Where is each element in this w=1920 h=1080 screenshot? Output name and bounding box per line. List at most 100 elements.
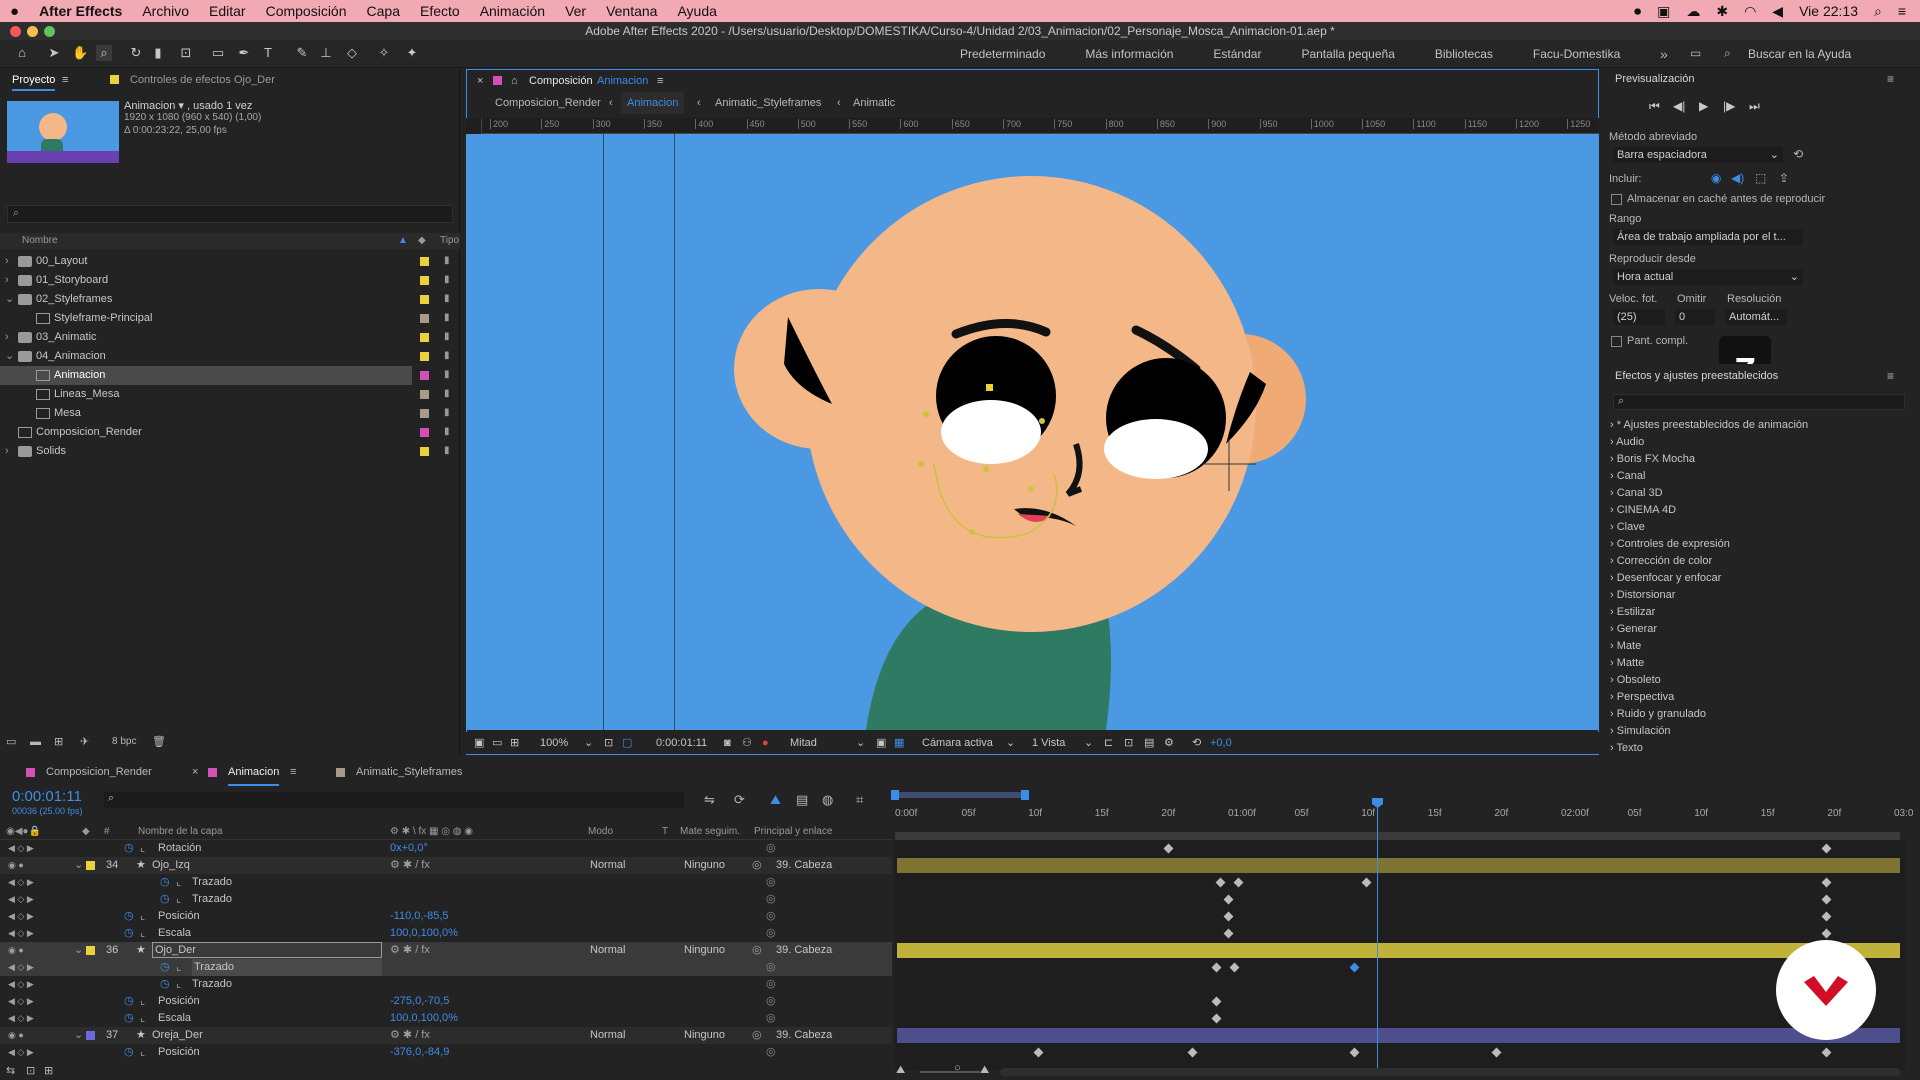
first-frame-icon[interactable]: ⏮ (1649, 99, 1660, 114)
expression-pick-whip-icon[interactable]: ◎ (766, 891, 776, 908)
chevron-down-icon[interactable]: ⌄ (584, 732, 593, 754)
timeline-search-input[interactable]: ⌕ (104, 792, 684, 808)
tab-composicion-render[interactable]: Composicion_Render (46, 758, 152, 786)
extension-icon[interactable]: ▣ (1657, 3, 1670, 20)
property-row[interactable]: ◀ ◇ ▶ ◷ ⌞ Escala 100,0,100,0% ◎ (0, 925, 892, 942)
pen-tool-icon[interactable]: ✒ (236, 45, 252, 61)
comp-flowchart-icon[interactable]: ⇋ (704, 792, 715, 808)
chevron-down-icon[interactable]: ⌄ (5, 290, 14, 309)
interpret-footage-icon[interactable]: ▭ (6, 732, 16, 752)
toggle-pixel-icon[interactable]: ⊏ (1104, 732, 1113, 754)
current-time-indicator[interactable] (1372, 798, 1383, 1070)
stopwatch-icon[interactable]: ◷ (160, 891, 170, 908)
layer-switches[interactable]: ⚙ ✱ / fx (390, 1027, 430, 1044)
property-row[interactable]: ◀ ◇ ▶ ◷ ⌞ Rotación 0x+0,0° ◎ (0, 840, 892, 857)
rotate-tool-icon[interactable]: ↻ (128, 45, 144, 61)
effect-category[interactable]: › Generar (1610, 623, 1657, 635)
expression-pick-whip-icon[interactable]: ◎ (766, 993, 776, 1010)
blend-mode-dropdown[interactable]: Normal (590, 942, 625, 959)
exposure-value[interactable]: +0,0 (1210, 732, 1232, 754)
property-value[interactable]: 0x+0,0° (390, 840, 428, 857)
next-frame-icon[interactable]: |▶ (1723, 99, 1735, 113)
expression-pick-whip-icon[interactable]: ◎ (766, 908, 776, 925)
workspace-predeterminado[interactable]: Predeterminado (960, 47, 1045, 61)
workspace-pantalla-pequena[interactable]: Pantalla pequeña (1301, 47, 1394, 61)
chevron-down-icon[interactable]: ⌄ (856, 732, 865, 754)
project-item[interactable]: Mesa (0, 404, 412, 423)
composition-viewer[interactable] (466, 134, 1599, 730)
graph-icon[interactable]: ⌞ (176, 959, 181, 976)
property-value[interactable]: 100,0,100,0% (390, 925, 458, 942)
label-color-swatch[interactable] (420, 314, 429, 323)
graph-icon[interactable]: ⌞ (140, 908, 145, 925)
keyframe[interactable] (1223, 894, 1234, 905)
always-preview-icon[interactable]: ▣ (474, 732, 484, 754)
timeline-scrollbar[interactable] (1000, 1068, 1900, 1076)
shortcut-select[interactable]: Barra espaciadora ⌄ (1613, 147, 1783, 163)
track-matte-dropdown[interactable]: Ninguno (684, 1027, 725, 1044)
label-color-swatch[interactable] (420, 295, 429, 304)
project-item[interactable]: Animacion (0, 366, 412, 385)
reset-exposure-icon[interactable]: ⟲ (1192, 732, 1201, 754)
effect-category[interactable]: › Corrección de color (1610, 555, 1712, 567)
label-color-swatch[interactable] (420, 409, 429, 418)
effect-category[interactable]: › Audio (1610, 436, 1644, 448)
close-tab-icon[interactable]: × (477, 70, 483, 92)
last-frame-icon[interactable]: ⏭ (1749, 99, 1760, 114)
parent-dropdown[interactable]: 39. Cabeza (776, 942, 832, 959)
layer-switches[interactable]: ⚙ ✱ / fx (390, 942, 430, 959)
work-area-start[interactable] (891, 790, 899, 800)
project-item[interactable]: Styleframe-Principal (0, 309, 412, 328)
chevron-down-icon[interactable]: ⌄ (1084, 732, 1093, 754)
views-dropdown[interactable]: 1 Vista (1032, 732, 1065, 754)
effect-category[interactable]: › CINEMA 4D (1610, 504, 1676, 516)
graph-icon[interactable]: ⌞ (140, 993, 145, 1010)
expression-pick-whip-icon[interactable]: ◎ (766, 959, 776, 976)
label-color-swatch[interactable] (420, 276, 429, 285)
menu-ver[interactable]: Ver (555, 3, 596, 19)
keyframe-navigator-icon[interactable]: ◀ ◇ ▶ (8, 908, 34, 925)
keyframe[interactable] (1187, 1047, 1198, 1058)
close-window-button[interactable] (10, 26, 21, 37)
lock-icon[interactable]: ⌂ (511, 70, 518, 92)
property-row[interactable]: ◀ ◇ ▶ ◷ ⌞ Posición -376,0,-84,9 ◎ (0, 1044, 892, 1061)
frame-blending-icon[interactable]: ▤ (796, 792, 808, 808)
stopwatch-icon[interactable]: ◷ (160, 976, 170, 993)
keyframe[interactable] (1821, 911, 1832, 922)
property-value[interactable]: -110,0,-85,5 (390, 908, 449, 925)
chevron-right-icon[interactable]: › (5, 328, 9, 347)
keyframe-navigator-icon[interactable]: ◉ ● (8, 942, 24, 959)
keyframe-navigator-icon[interactable]: ◀ ◇ ▶ (8, 840, 34, 857)
graph-icon[interactable]: ⌞ (140, 1010, 145, 1027)
chevron-down-icon[interactable]: ⌄ (74, 857, 83, 874)
minimize-window-button[interactable] (27, 26, 38, 37)
effect-category[interactable]: › Simulación (1610, 725, 1671, 737)
home-icon[interactable]: ⌂ (14, 45, 30, 61)
breadcrumb-animatic-styleframes[interactable]: Animatic_Styleframes (715, 92, 821, 114)
keyframe[interactable] (1361, 877, 1372, 888)
graph-icon[interactable]: ⌞ (176, 874, 181, 891)
graph-editor-icon[interactable]: ⌗ (856, 792, 863, 808)
label-color-swatch[interactable] (420, 447, 429, 456)
layer-name[interactable]: Ojo_Izq (152, 857, 190, 874)
flowchart-icon[interactable]: ✈ (80, 732, 89, 752)
property-row[interactable]: ◀ ◇ ▶ ◷ ⌞ Posición -275,0,-70,5 ◎ (0, 993, 892, 1010)
keyframe[interactable] (1211, 962, 1222, 973)
project-item[interactable]: Composicion_Render (0, 423, 412, 442)
property-value[interactable]: 100,0,100,0% (390, 1010, 458, 1027)
effect-category[interactable]: › Texto (1610, 742, 1643, 754)
expression-pick-whip-icon[interactable]: ◎ (766, 925, 776, 942)
chevron-right-icon[interactable]: › (5, 442, 9, 461)
keyframe-navigator-icon[interactable]: ◉ ● (8, 857, 24, 874)
trash-icon[interactable]: 🗑 (152, 732, 166, 752)
expression-pick-whip-icon[interactable]: ◎ (766, 1010, 776, 1027)
effect-category[interactable]: › Obsoleto (1610, 674, 1661, 686)
zoom-dropdown[interactable]: 100% (540, 732, 568, 754)
reset-icon[interactable]: ⟲ (1793, 147, 1803, 161)
blend-mode-dropdown[interactable]: Normal (590, 1027, 625, 1044)
property-row[interactable]: ◀ ◇ ▶ ◷ ⌞ Trazado ◎ (0, 959, 892, 976)
effect-category[interactable]: › Perspectiva (1610, 691, 1674, 703)
keyframe-navigator-icon[interactable]: ◀ ◇ ▶ (8, 925, 34, 942)
property-row[interactable]: ◀ ◇ ▶ ◷ ⌞ Trazado ◎ (0, 976, 892, 993)
sort-icon[interactable]: ▲ (398, 233, 408, 249)
